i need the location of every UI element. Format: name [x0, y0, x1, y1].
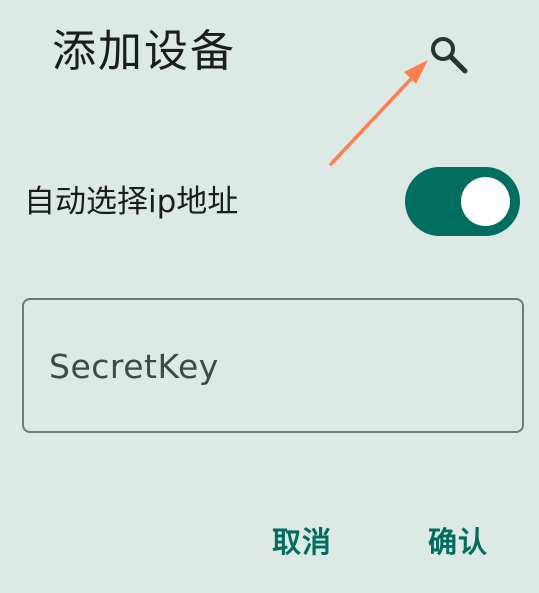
dialog-title: 添加设备 [52, 26, 236, 77]
auto-ip-label: 自动选择ip地址 [24, 184, 239, 220]
toggle-thumb [461, 177, 510, 226]
annotation-arrow [329, 60, 428, 166]
search-icon [431, 37, 468, 74]
search-button[interactable] [422, 28, 474, 80]
cancel-button[interactable]: 取消 [272, 522, 332, 562]
auto-ip-toggle[interactable] [405, 167, 520, 236]
secret-key-placeholder: SecretKey [49, 347, 219, 386]
confirm-button[interactable]: 确认 [428, 522, 488, 562]
secret-key-field[interactable]: SecretKey [22, 298, 524, 433]
